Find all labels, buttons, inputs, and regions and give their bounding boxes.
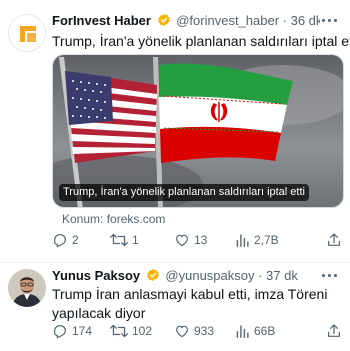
share-button[interactable]	[326, 322, 346, 340]
retweet-icon	[110, 233, 128, 247]
like-icon	[176, 325, 188, 338]
like-icon	[176, 234, 188, 247]
tweet-actions: 174 102 933 66B	[52, 322, 342, 340]
views-count: 66B	[254, 324, 276, 338]
tweet-forinvest[interactable]: ForInvest Haber @forinvest_haber · 36 dk…	[0, 0, 350, 262]
more-options-icon[interactable]	[320, 14, 340, 28]
tweet-time[interactable]: · 36 dk	[283, 13, 320, 28]
retweet-icon	[110, 324, 128, 338]
reply-icon	[54, 234, 66, 248]
retweet-button[interactable]: 1	[110, 231, 139, 249]
like-button[interactable]: 933	[174, 322, 214, 340]
tweet-text: Trump, İran'a yönelik planlanan saldırıl…	[52, 33, 350, 49]
share-icon	[328, 233, 340, 246]
author-name[interactable]: Yunus Paksoy	[52, 268, 140, 283]
source-link[interactable]: Konum: foreks.com	[62, 211, 165, 227]
retweet-button[interactable]: 102	[110, 322, 152, 340]
share-button[interactable]	[326, 231, 346, 249]
tweet-actions: 2 1 13 2,7B	[52, 231, 342, 249]
tweet-media-image[interactable]: Trump, İran'a yönelik planlanan saldırıl…	[52, 54, 344, 208]
tweet-header: Yunus Paksoy @yunuspaksoy · 37 dk	[52, 267, 320, 285]
iran-flag	[159, 63, 293, 163]
views-icon	[236, 234, 249, 247]
views-button[interactable]: 2,7B	[236, 231, 279, 249]
reply-icon	[54, 325, 66, 339]
reply-button[interactable]: 2	[52, 231, 79, 249]
like-count: 13	[194, 233, 208, 247]
author-handle[interactable]: @forinvest_haber	[176, 13, 279, 28]
forinvest-logo	[9, 15, 45, 51]
retweet-count: 1	[132, 233, 139, 247]
reply-count: 2	[72, 233, 79, 247]
author-handle[interactable]: @yunuspaksoy	[165, 268, 254, 283]
tweet-time[interactable]: · 37 dk	[258, 268, 298, 283]
avatar-forinvest[interactable]	[8, 14, 46, 52]
verified-badge-icon	[146, 268, 160, 285]
share-icon	[328, 324, 340, 337]
retweet-count: 102	[132, 324, 153, 338]
tweet-header: ForInvest Haber @forinvest_haber · 36 dk	[52, 12, 320, 30]
verified-badge-icon	[157, 13, 171, 30]
profile-photo	[8, 269, 46, 307]
views-button[interactable]: 66B	[236, 322, 275, 340]
views-icon	[236, 325, 249, 338]
author-name[interactable]: ForInvest Haber	[52, 13, 151, 28]
tweet-yunus-paksoy[interactable]: Yunus Paksoy @yunuspaksoy · 37 dk Trump …	[0, 262, 350, 351]
like-count: 933	[194, 324, 215, 338]
more-options-icon[interactable]	[320, 269, 340, 283]
us-flag	[65, 71, 157, 163]
media-caption: Trump, İran'a yönelik planlanan saldırıl…	[59, 184, 309, 201]
reply-button[interactable]: 174	[52, 322, 92, 340]
tweet-text: Trump İran anlasmayi kabul etti, imza Tö…	[52, 286, 328, 321]
avatar-yunus-paksoy[interactable]	[8, 269, 46, 307]
like-button[interactable]: 13	[174, 231, 207, 249]
views-count: 2,7B	[254, 233, 279, 247]
reply-count: 174	[72, 324, 93, 338]
